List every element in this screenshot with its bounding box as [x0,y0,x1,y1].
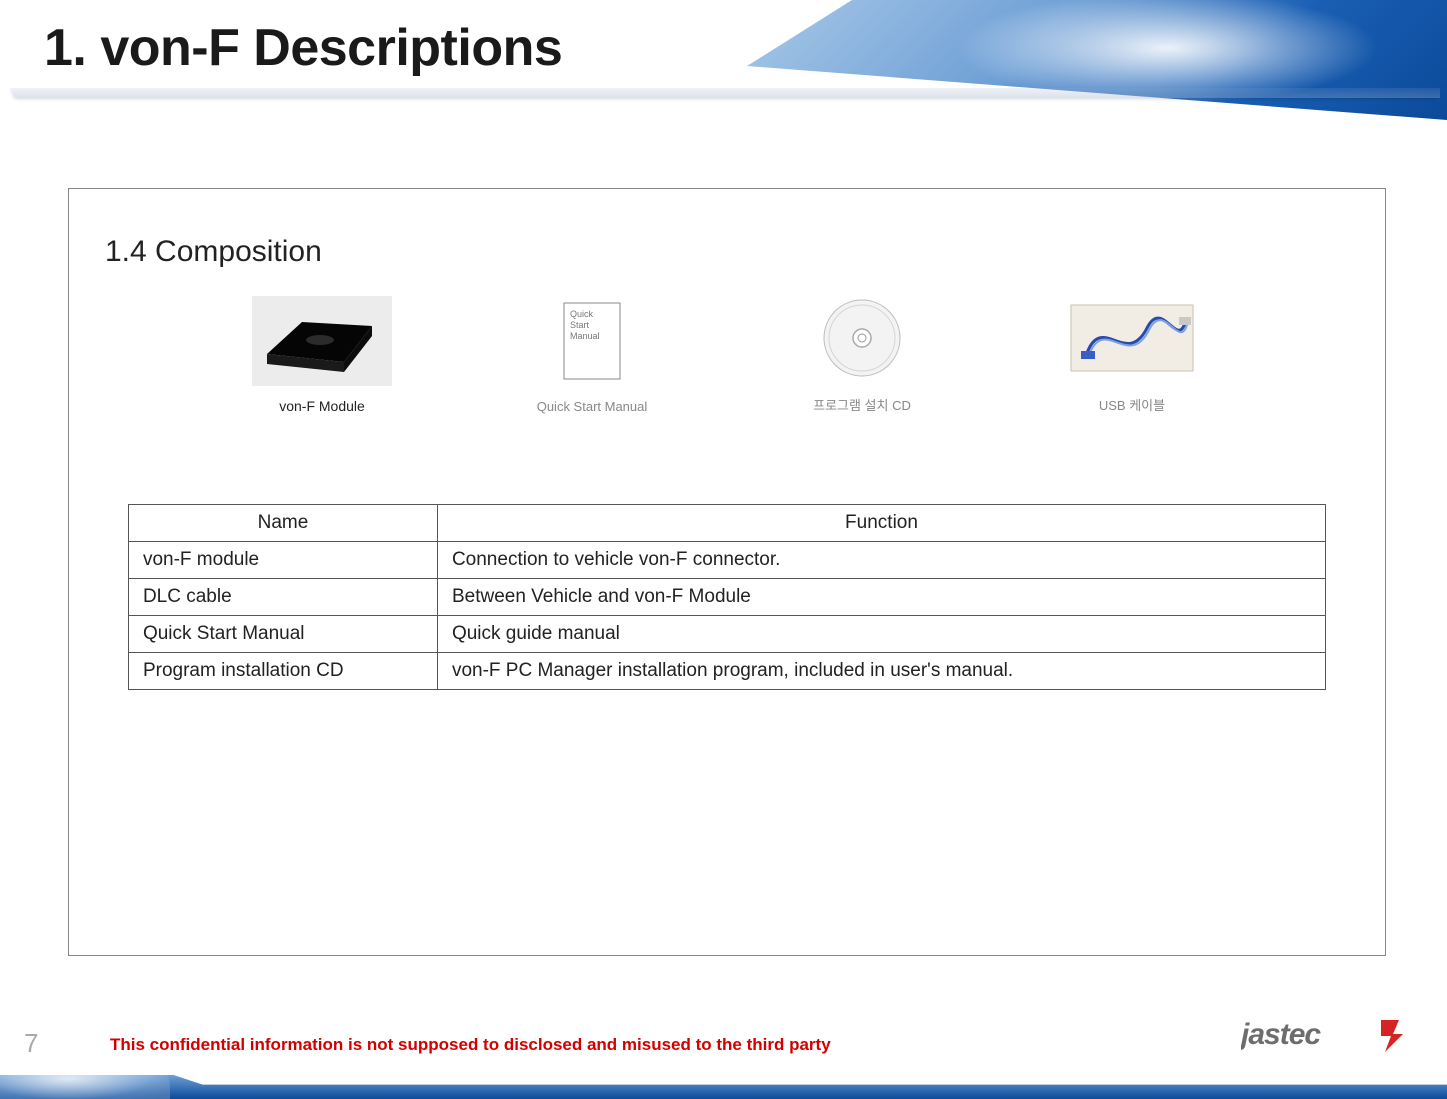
cell-function: Connection to vehicle von-F connector. [437,542,1325,579]
quick-start-manual-image: Quick Start Manual [522,297,662,387]
composition-table: Name Function von-F module Connection to… [128,504,1326,690]
svg-text:Quick: Quick [570,309,594,319]
page-number: 7 [24,1028,38,1059]
cell-name: Quick Start Manual [128,616,437,653]
col-header-name: Name [128,505,437,542]
usb-cable-image [1062,293,1202,383]
svg-text:Start: Start [570,320,590,330]
von-f-module-image [252,296,392,386]
cell-name: Program installation CD [128,653,437,690]
col-header-function: Function [437,505,1325,542]
content-frame: 1.4 Composition von-F Module [68,188,1386,956]
slide-title-wrap: 1. von-F Descriptions [44,18,562,78]
sky-banner [747,0,1447,120]
component-quick-start-manual: Quick Start Manual Quick Start Manual [512,297,672,414]
table-row: Program installation CD von-F PC Manager… [128,653,1325,690]
cell-name: von-F module [128,542,437,579]
cell-function: Between Vehicle and von-F Module [437,579,1325,616]
cell-function: von-F PC Manager installation program, i… [437,653,1325,690]
component-label: USB 케이블 [1099,395,1165,414]
svg-text:jastec: jastec [1241,1018,1321,1051]
slide-title: 1. von-F Descriptions [44,18,562,78]
title-underline [10,88,1440,98]
component-label: 프로그램 설치 CD [813,395,911,414]
table-header-row: Name Function [128,505,1325,542]
component-label: Quick Start Manual [537,399,648,414]
jastec-logo: jastec [1241,1014,1411,1059]
svg-text:Manual: Manual [570,331,600,341]
component-usb-cable: USB 케이블 [1052,293,1212,414]
cell-function: Quick guide manual [437,616,1325,653]
section-title: 1.4 Composition [105,235,1351,269]
component-install-cd: 프로그램 설치 CD [782,293,942,414]
confidential-notice: This confidential information is not sup… [110,1035,831,1055]
component-label: von-F Module [279,398,365,414]
table-row: DLC cable Between Vehicle and von-F Modu… [128,579,1325,616]
table-row: von-F module Connection to vehicle von-F… [128,542,1325,579]
footer-bar [0,1075,1447,1099]
cell-name: DLC cable [128,579,437,616]
cd-image [792,293,932,383]
table-row: Quick Start Manual Quick guide manual [128,616,1325,653]
component-von-f-module: von-F Module [242,296,402,414]
composition-images-row: von-F Module Quick Start Manual Quick St… [103,293,1351,414]
